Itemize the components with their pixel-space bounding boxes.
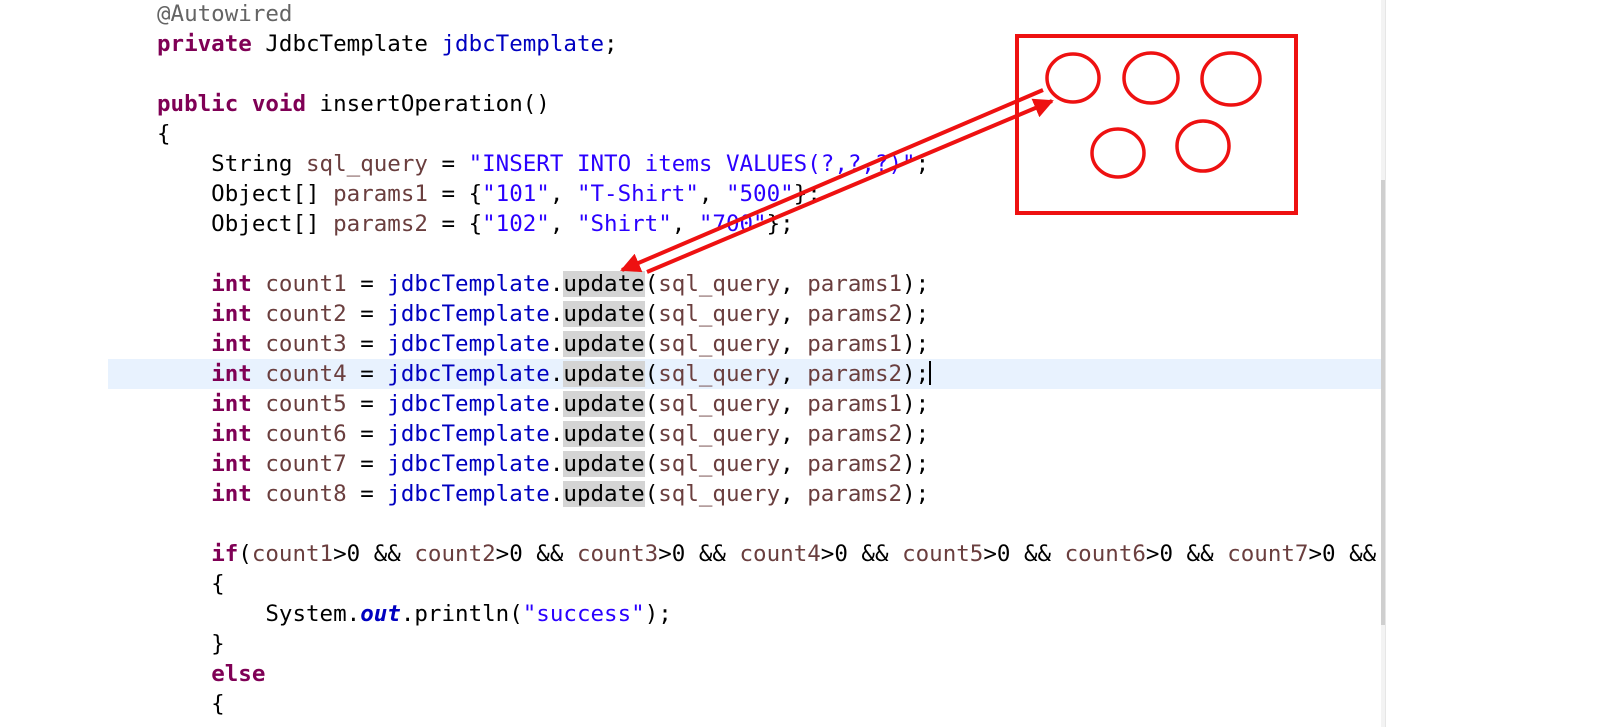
annotation-arrow-to-code [620,88,1044,273]
annotation-circle [1045,52,1101,104]
annotation-circle [1175,119,1231,173]
annotation-circle [1090,127,1146,179]
annotation-arrow-to-box [646,98,1054,274]
annotation-circle [1200,51,1262,107]
annotation-overlay [620,34,1298,274]
annotation-circle [1122,51,1180,105]
